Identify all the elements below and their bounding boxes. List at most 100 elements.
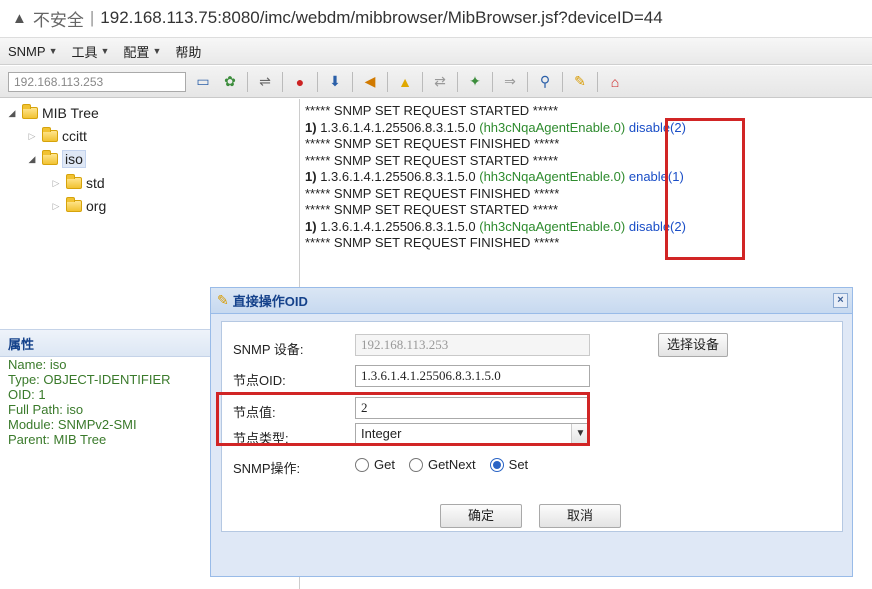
tree-node-label: MIB Tree — [42, 105, 99, 121]
device-label: SNMP 设备: — [233, 342, 304, 357]
menu-snmp-label: SNMP — [8, 43, 46, 59]
menu-snmp[interactable]: SNMP ▼ — [8, 44, 57, 59]
radio-get-label: Get — [374, 457, 395, 472]
log-entry-num: 1) — [305, 169, 317, 184]
toolbar-divider — [387, 71, 388, 92]
menu-tools-label: 工具 — [71, 44, 98, 60]
radio-getnext[interactable] — [408, 457, 423, 472]
toolbar-divider — [597, 71, 598, 92]
toolbar-divider — [457, 71, 458, 92]
folder-icon — [22, 104, 38, 119]
cancel-button[interactable]: 取消 — [539, 504, 621, 528]
value-highlight-box — [665, 118, 745, 260]
log-entry: 1) 1.3.6.1.4.1.25506.8.3.1.5.0 (hh3cNqaA… — [305, 169, 868, 186]
menu-config[interactable]: 配置 ▼ — [123, 42, 161, 61]
select-device-button[interactable]: 选择设备 — [658, 333, 728, 357]
menu-help[interactable]: 帮助 — [175, 42, 201, 61]
chevron-down-icon: ▼ — [100, 46, 110, 56]
tree-node-ccitt[interactable]: ▷ ccitt — [26, 125, 87, 147]
tree-node-label: iso — [62, 150, 86, 168]
insecure-label: 不安全 — [32, 10, 84, 30]
getnext-icon[interactable]: ◀ — [360, 72, 380, 92]
stop-icon[interactable]: ● — [290, 72, 310, 92]
warning-triangle-icon: ▲ — [12, 9, 27, 27]
expanded-arrow-icon[interactable]: ◢ — [6, 108, 18, 119]
dialog-title-bar[interactable]: ✎ 直接操作OID × — [211, 288, 852, 314]
menu-tools[interactable]: 工具 ▼ — [71, 42, 109, 61]
tree-node-org[interactable]: ▷ org — [50, 195, 106, 217]
snmp-op-label: SNMP操作: — [233, 461, 301, 476]
walk-icon[interactable]: ⇌ — [255, 72, 275, 92]
device-list-icon[interactable]: ▭ — [193, 72, 213, 92]
collapsed-arrow-icon[interactable]: ▷ — [26, 131, 38, 142]
expanded-arrow-icon[interactable]: ◢ — [26, 154, 38, 165]
address-separator: | — [89, 8, 95, 27]
log-started: ***** SNMP SET REQUEST STARTED ***** — [305, 202, 559, 217]
radio-get[interactable] — [355, 457, 369, 472]
log-entry-oid: 1.3.6.1.4.1.25506.8.3.1.5.0 — [320, 119, 476, 135]
log-started: ***** SNMP SET REQUEST STARTED ***** — [305, 103, 559, 118]
collapsed-arrow-icon[interactable]: ▷ — [50, 178, 62, 189]
toolbar-divider — [527, 71, 528, 92]
collapsed-arrow-icon[interactable]: ▷ — [50, 201, 62, 212]
oid-label: 节点OID: — [233, 373, 286, 388]
device-ip-input[interactable] — [8, 71, 186, 92]
log-entry-num: 1) — [305, 218, 317, 234]
get-arrow-down-icon[interactable]: ⬇ — [325, 72, 345, 92]
toolbar: ▭ ✿ ⇌ ● ⬇ ◀ ▲ ⇄ ✦ ⇒ ⚲ ✎ ⌂ — [0, 66, 872, 98]
log-entry-name: (hh3cNqaAgentEnable.0) — [479, 218, 626, 234]
close-icon[interactable]: × — [833, 293, 848, 308]
log-entry-oid: 1.3.6.1.4.1.25506.8.3.1.5.0 — [320, 218, 476, 234]
folder-icon — [66, 197, 82, 212]
folder-icon — [66, 174, 82, 189]
tree-node-root[interactable]: ◢ MIB Tree — [6, 102, 99, 124]
log-entry: 1) 1.3.6.1.4.1.25506.8.3.1.5.0 (hh3cNqaA… — [305, 219, 868, 236]
browser-address-bar[interactable]: ▲ 不安全 | 192.168.113.75:8080/imc/webdm/mi… — [0, 0, 872, 36]
tree-node-label: ccitt — [62, 128, 87, 144]
log-started: ***** SNMP SET REQUEST STARTED ***** — [305, 152, 559, 168]
radio-set[interactable] — [489, 457, 504, 472]
toolbar-divider — [317, 71, 318, 92]
device-field — [355, 334, 590, 356]
toolbar-divider — [422, 71, 423, 92]
table-view-icon[interactable]: ⇄ — [430, 72, 450, 92]
ok-button[interactable]: 确定 — [440, 504, 522, 528]
folder-icon — [42, 150, 58, 165]
radio-set-label: Set — [508, 457, 529, 472]
radio-getnext-label: GetNext — [427, 457, 476, 472]
node-value-highlight-box — [216, 392, 590, 446]
tree-node-label: std — [86, 175, 105, 191]
direct-oid-icon: ✎ — [217, 292, 229, 308]
log-entry-name: (hh3cNqaAgentEnable.0) — [479, 119, 626, 135]
menu-bar: SNMP ▼ 工具 ▼ 配置 ▼ 帮助 — [0, 37, 872, 65]
menu-config-label: 配置 — [123, 44, 150, 60]
url-text[interactable]: 192.168.113.75:8080/imc/webdm/mibbrowser… — [100, 8, 662, 28]
chevron-down-icon: ▼ — [48, 46, 58, 56]
direct-oid-icon[interactable]: ✎ — [570, 72, 590, 92]
oid-field[interactable] — [355, 365, 590, 387]
alert-icon[interactable]: ▲ — [395, 72, 415, 92]
toolbar-divider — [352, 71, 353, 92]
compare-icon[interactable]: ⇒ — [500, 72, 520, 92]
settings-gear-icon[interactable]: ✿ — [220, 72, 240, 92]
dialog-title: 直接操作OID — [232, 294, 308, 309]
log-finished: ***** SNMP SET REQUEST FINISHED ***** — [305, 136, 560, 151]
log-entry-num: 1) — [305, 119, 317, 135]
menu-help-label: 帮助 — [175, 44, 202, 60]
log-finished: ***** SNMP SET REQUEST FINISHED ***** — [305, 235, 560, 250]
tree-node-iso[interactable]: ◢ iso — [26, 148, 86, 170]
log-entry-name: (hh3cNqaAgentEnable.0) — [479, 169, 626, 184]
log-finished: ***** SNMP SET REQUEST FINISHED ***** — [305, 185, 560, 201]
search-icon[interactable]: ⚲ — [535, 72, 555, 92]
home-icon[interactable]: ⌂ — [605, 72, 625, 92]
log-entry-oid: 1.3.6.1.4.1.25506.8.3.1.5.0 — [320, 169, 476, 184]
log-entry: 1) 1.3.6.1.4.1.25506.8.3.1.5.0 (hh3cNqaA… — [305, 120, 868, 137]
trap-icon[interactable]: ✦ — [465, 72, 485, 92]
snmp-op-radio-group: Get GetNext Set — [355, 457, 542, 472]
toolbar-divider — [492, 71, 493, 92]
toolbar-divider — [247, 71, 248, 92]
toolbar-divider — [282, 71, 283, 92]
chevron-down-icon: ▼ — [152, 46, 162, 56]
folder-icon — [42, 127, 58, 142]
tree-node-std[interactable]: ▷ std — [50, 172, 105, 194]
